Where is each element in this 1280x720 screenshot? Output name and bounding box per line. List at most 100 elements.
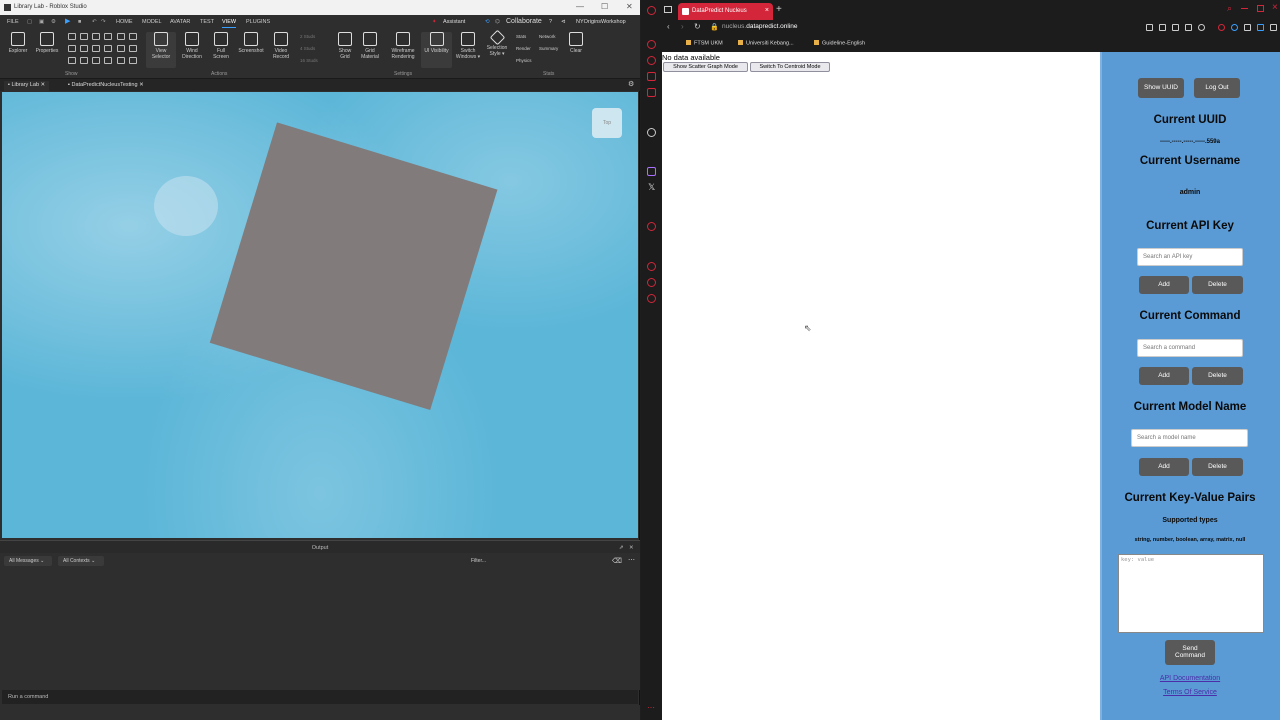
- opera-logo-icon[interactable]: [647, 6, 656, 15]
- video-record-button[interactable]: Video Record: [266, 32, 296, 60]
- maximize-icon[interactable]: [1257, 5, 1264, 12]
- wind-direction-button[interactable]: Wind Direction: [177, 32, 207, 60]
- search-icon[interactable]: ⌕: [1227, 3, 1232, 14]
- render-button[interactable]: Render: [516, 46, 531, 51]
- full-screen-button[interactable]: Full Screen: [206, 32, 236, 60]
- centroid-mode-button[interactable]: Switch To Centroid Mode: [750, 62, 830, 72]
- url-bar[interactable]: nucleus.datapredict.online: [722, 23, 798, 30]
- back-icon[interactable]: ‹: [667, 22, 670, 31]
- close-icon[interactable]: ✕: [626, 2, 633, 11]
- reload-icon[interactable]: ↻: [694, 22, 701, 31]
- close-icon[interactable]: ×: [765, 7, 769, 14]
- player-icon[interactable]: [647, 222, 656, 231]
- clear-output-icon[interactable]: ⌫: [612, 557, 622, 565]
- settings-icon[interactable]: ⚙: [51, 19, 56, 25]
- twitch-icon[interactable]: [647, 167, 656, 176]
- show-tool-icon[interactable]: [68, 57, 76, 64]
- terms-of-service-link[interactable]: Terms Of Service: [1102, 689, 1278, 696]
- minimize-icon[interactable]: —: [576, 2, 584, 11]
- show-tool-icon[interactable]: [80, 45, 88, 52]
- logout-button[interactable]: Log Out: [1194, 78, 1240, 98]
- share-icon[interactable]: ⌬: [495, 19, 500, 25]
- studs-2-option[interactable]: 2 Studs: [300, 34, 315, 39]
- show-tool-icon[interactable]: [117, 33, 125, 40]
- screenshot-button[interactable]: Screenshot: [236, 32, 266, 54]
- close-icon[interactable]: ×: [1272, 2, 1278, 13]
- ui-visibility-button[interactable]: UI Visibility: [421, 32, 452, 68]
- show-tool-icon[interactable]: [104, 57, 112, 64]
- add-api-key-button[interactable]: Add: [1139, 276, 1189, 294]
- switch-windows-button[interactable]: Switch Windows ▾: [453, 32, 483, 60]
- show-uuid-button[interactable]: Show UUID: [1138, 78, 1184, 98]
- stop-icon[interactable]: ■: [78, 19, 81, 25]
- bookmark-guideline-english[interactable]: Guideline-English: [814, 40, 865, 47]
- 3d-viewport[interactable]: Top: [2, 92, 638, 538]
- stats-button[interactable]: Stats: [516, 34, 526, 39]
- api-key-input[interactable]: Search an API key: [1137, 248, 1243, 266]
- show-tool-icon[interactable]: [68, 33, 76, 40]
- grid-material-button[interactable]: Grid Material: [355, 32, 385, 60]
- tab-islands-icon[interactable]: [664, 6, 672, 13]
- delete-command-button[interactable]: Delete: [1192, 367, 1243, 385]
- new-tab-button[interactable]: +: [776, 4, 782, 15]
- api-documentation-link[interactable]: API Documentation: [1102, 675, 1278, 682]
- history-icon[interactable]: [647, 262, 656, 271]
- tab-datapredict-nucleus[interactable]: DataPredict Nucleus ×: [678, 3, 773, 20]
- show-tool-icon[interactable]: [68, 45, 76, 52]
- tab-datapredict-nucleus-testing[interactable]: ▪ DataPredictNucleusTesting ✕: [64, 81, 148, 91]
- show-tool-icon[interactable]: [80, 57, 88, 64]
- help-icon[interactable]: ?: [549, 19, 552, 25]
- show-tool-icon[interactable]: [129, 33, 137, 40]
- show-tool-icon[interactable]: [92, 33, 100, 40]
- command-input[interactable]: Search a command: [1137, 339, 1243, 357]
- show-tool-icon[interactable]: [129, 45, 137, 52]
- model-name-input[interactable]: Search a model name: [1131, 429, 1248, 447]
- extensions-icon[interactable]: [647, 278, 656, 287]
- pop-out-icon[interactable]: ⇗: [619, 541, 624, 555]
- assistant-icon[interactable]: ✦: [432, 19, 437, 25]
- send-command-button[interactable]: Send Command: [1165, 640, 1215, 665]
- show-tool-icon[interactable]: [104, 45, 112, 52]
- show-tool-icon[interactable]: [117, 45, 125, 52]
- view-cube[interactable]: Top: [592, 108, 622, 138]
- add-command-button[interactable]: Add: [1139, 367, 1189, 385]
- physics-button[interactable]: Physics: [516, 58, 532, 63]
- scatter-graph-mode-button[interactable]: Show Scatter Graph Mode: [663, 62, 748, 72]
- undo-icon[interactable]: ↶: [92, 19, 97, 25]
- studs-4-option[interactable]: 4 Studs: [300, 46, 315, 51]
- tab-library-lab[interactable]: ▪ Library Lab ✕: [4, 81, 50, 91]
- selection-style-button[interactable]: Selection Style ▾: [482, 29, 512, 57]
- maximize-icon[interactable]: ☐: [601, 2, 608, 11]
- messenger-icon[interactable]: [647, 56, 656, 65]
- close-icon[interactable]: ✕: [139, 82, 144, 88]
- sidebar-app-icon[interactable]: [647, 88, 656, 97]
- minimize-icon[interactable]: [1241, 5, 1248, 9]
- sidebar-app-icon[interactable]: [647, 72, 656, 81]
- menu-plugins[interactable]: PLUGINS: [246, 19, 270, 25]
- add-model-button[interactable]: Add: [1139, 458, 1189, 476]
- menu-test[interactable]: TEST: [200, 19, 214, 25]
- extension-icon[interactable]: [1244, 24, 1251, 31]
- extension-icon[interactable]: [1231, 24, 1238, 31]
- collaborate-button[interactable]: Collaborate: [506, 18, 542, 25]
- summary-button[interactable]: Summary: [539, 46, 558, 51]
- tiktok-icon[interactable]: [647, 128, 656, 137]
- bookmark-universiti-kebangsaan[interactable]: Universiti Kebang...: [738, 40, 794, 47]
- studs-16-option[interactable]: 16 Studs: [300, 58, 318, 63]
- collaborate-icon[interactable]: ⟲: [485, 19, 490, 25]
- gear-icon[interactable]: ⚙: [628, 80, 634, 88]
- bookmark-ftsm-ukm[interactable]: FTSM UKM: [686, 40, 723, 47]
- explorer-button[interactable]: Explorer: [3, 32, 33, 54]
- play-icon[interactable]: ▶: [65, 17, 70, 25]
- save-icon[interactable]: ▢: [27, 19, 32, 25]
- workspace-name[interactable]: NYOriginsWorkshop: [576, 19, 626, 25]
- open-icon[interactable]: ▣: [39, 19, 44, 25]
- close-icon[interactable]: ✕: [629, 541, 634, 555]
- extension-icon[interactable]: [1257, 24, 1264, 31]
- snapshot-icon[interactable]: [1159, 24, 1166, 31]
- show-tool-icon[interactable]: [104, 33, 112, 40]
- properties-button[interactable]: Properties: [32, 32, 62, 54]
- menu-view[interactable]: VIEW: [222, 19, 237, 28]
- assistant-button[interactable]: Assistant: [443, 19, 465, 25]
- wireframe-rendering-button[interactable]: Wireframe Rendering: [386, 32, 420, 60]
